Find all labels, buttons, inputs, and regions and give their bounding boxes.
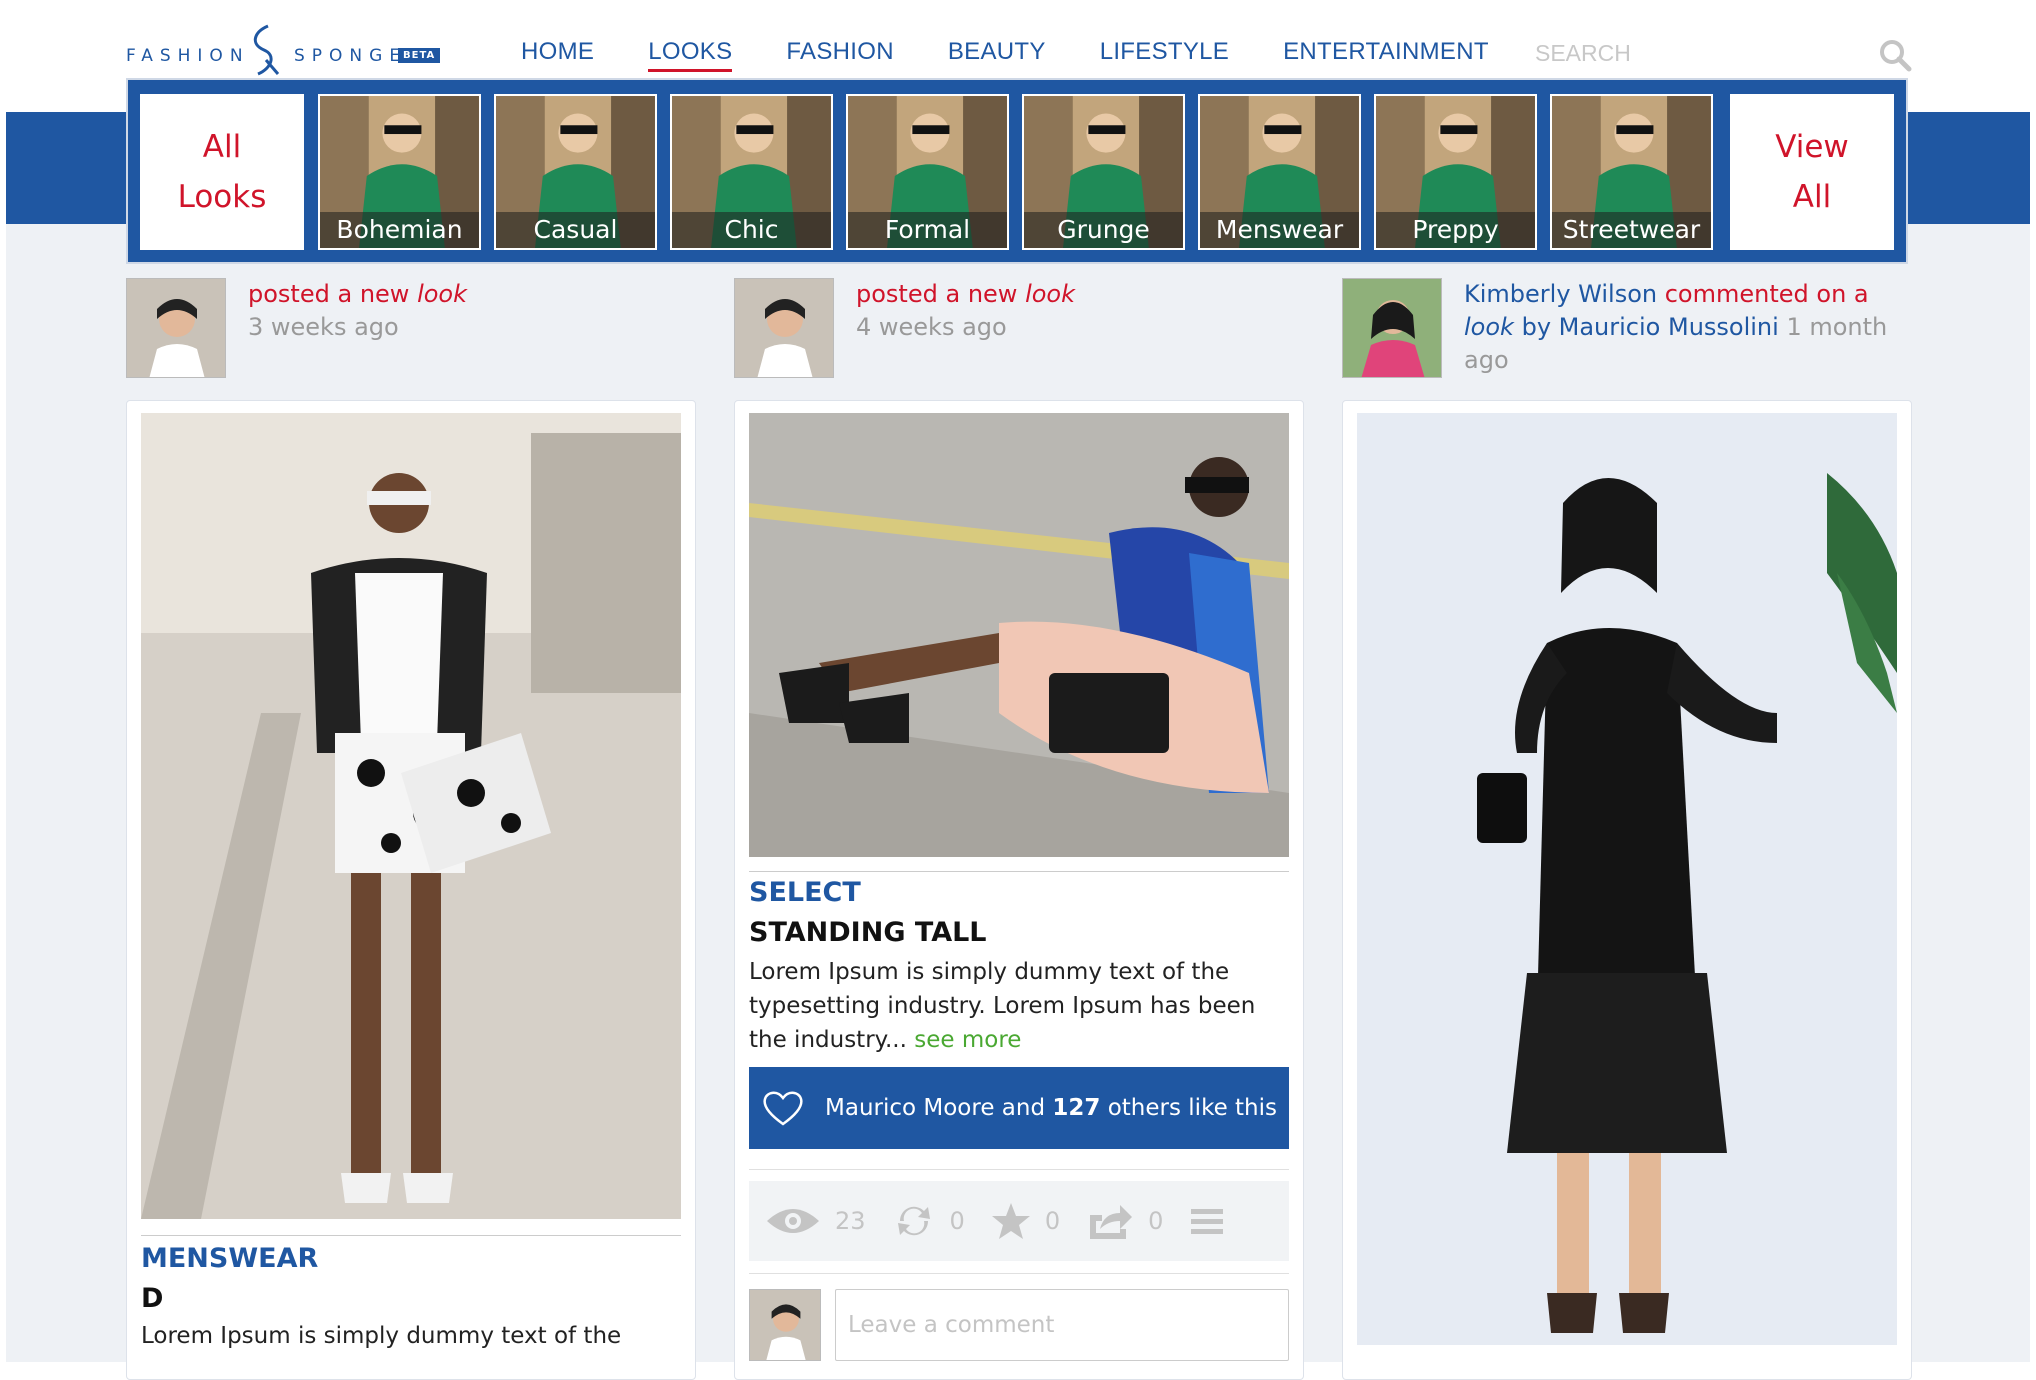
repost-icon bbox=[897, 1206, 930, 1236]
see-more-link[interactable]: see more bbox=[914, 1027, 1021, 1053]
heart-icon[interactable] bbox=[761, 1088, 805, 1128]
card-title[interactable]: D bbox=[141, 1283, 163, 1314]
shares-count: 0 bbox=[1148, 1207, 1164, 1235]
nav-fashion[interactable]: FASHION bbox=[786, 38, 893, 74]
avatar-image bbox=[1343, 279, 1441, 377]
beta-badge: BETA bbox=[398, 48, 441, 63]
look-category-label: Preppy bbox=[1376, 212, 1535, 248]
likes-and: and bbox=[1001, 1095, 1046, 1121]
look-category-label: Formal bbox=[848, 212, 1007, 248]
look-category-bohemian[interactable]: Bohemian bbox=[318, 94, 481, 250]
activity-object-link[interactable]: look bbox=[1464, 313, 1514, 341]
more-menu[interactable] bbox=[1191, 1205, 1237, 1237]
look-category-label: Casual bbox=[496, 212, 655, 248]
look-category-label: Menswear bbox=[1200, 212, 1359, 248]
activity-mid: on a bbox=[1816, 280, 1869, 308]
card-body: Lorem Ipsum is simply dummy text of the … bbox=[749, 955, 1279, 1057]
hamburger-menu-icon bbox=[1191, 1209, 1224, 1234]
look-category-formal[interactable]: Formal bbox=[846, 94, 1009, 250]
likes-count[interactable]: 127 bbox=[1052, 1095, 1100, 1121]
look-photo[interactable] bbox=[749, 413, 1289, 857]
activity-time: 4 weeks ago bbox=[856, 313, 1007, 341]
nav-beauty[interactable]: BEAUTY bbox=[948, 38, 1046, 74]
avatar-image bbox=[127, 279, 225, 377]
looks-dropdown: All Looks Bohemian Casual Chic Formal Gr… bbox=[126, 78, 1908, 264]
activity-object-link[interactable]: look bbox=[1025, 280, 1075, 308]
divider bbox=[141, 1235, 681, 1236]
look-category-menswear[interactable]: Menswear bbox=[1198, 94, 1361, 250]
search-icon[interactable] bbox=[1877, 37, 1913, 73]
look-photo[interactable] bbox=[141, 413, 681, 1219]
logo-word-fashion: FASHION bbox=[126, 46, 250, 66]
look-card: SELECT STANDING TALL Lorem Ipsum is simp… bbox=[734, 400, 1304, 1380]
site-logo[interactable]: FASHION SPONGE BETA bbox=[126, 24, 446, 80]
activity-time: 3 weeks ago bbox=[248, 313, 399, 341]
avatar bbox=[749, 1289, 821, 1361]
look-photo-image bbox=[1357, 413, 1897, 1345]
view-all-label: View All bbox=[1775, 129, 1849, 215]
look-category-label: Bohemian bbox=[320, 212, 479, 248]
avatar-image bbox=[750, 1290, 820, 1360]
likes-bar: Maurico Moore and 127 others like this bbox=[749, 1067, 1289, 1149]
card-category[interactable]: SELECT bbox=[749, 877, 861, 908]
look-photo-image bbox=[141, 413, 681, 1219]
shares-stat[interactable]: 0 bbox=[1086, 1201, 1163, 1241]
card-category[interactable]: MENSWEAR bbox=[141, 1243, 318, 1274]
nav-lifestyle[interactable]: LIFESTYLE bbox=[1100, 38, 1229, 74]
look-category-chic[interactable]: Chic bbox=[670, 94, 833, 250]
divider bbox=[749, 871, 1289, 872]
likes-name[interactable]: Maurico Moore bbox=[825, 1095, 994, 1121]
look-card: MENSWEAR D Lorem Ipsum is simply dummy t… bbox=[126, 400, 696, 1380]
activity-mid: a new bbox=[337, 280, 410, 308]
activity-by-link[interactable]: by Mauricio Mussolini bbox=[1522, 313, 1779, 341]
all-looks-label: All Looks bbox=[177, 129, 267, 215]
star-icon bbox=[991, 1203, 1030, 1239]
look-category-preppy[interactable]: Preppy bbox=[1374, 94, 1537, 250]
activity-verb[interactable]: posted bbox=[856, 280, 938, 308]
look-card bbox=[1342, 400, 1912, 1380]
look-category-label: Streetwear bbox=[1552, 212, 1711, 248]
divider bbox=[749, 1273, 1289, 1274]
look-category-grunge[interactable]: Grunge bbox=[1022, 94, 1185, 250]
card-title[interactable]: STANDING TALL bbox=[749, 917, 987, 948]
avatar[interactable] bbox=[734, 278, 834, 378]
share-icon bbox=[1090, 1205, 1133, 1239]
comment-input[interactable] bbox=[835, 1289, 1289, 1361]
activity-actor-link[interactable]: Kimberly Wilson bbox=[1464, 280, 1657, 308]
nav-entertainment[interactable]: ENTERTAINMENT bbox=[1283, 38, 1489, 74]
main-nav: HOME LOOKS FASHION BEAUTY LIFESTYLE ENTE… bbox=[521, 38, 1543, 74]
all-looks-button[interactable]: All Looks bbox=[140, 94, 304, 250]
card-body: Lorem Ipsum is simply dummy text of the bbox=[141, 1323, 622, 1349]
look-photo-image bbox=[749, 413, 1289, 857]
divider bbox=[749, 1169, 1289, 1170]
activity-verb: commented bbox=[1664, 280, 1809, 308]
favorites-stat[interactable]: 0 bbox=[991, 1201, 1060, 1241]
logo-swoosh-icon bbox=[253, 24, 280, 76]
avatar-image bbox=[735, 279, 833, 377]
avatar[interactable] bbox=[1342, 278, 1442, 378]
look-photo[interactable] bbox=[1357, 413, 1897, 1345]
eye-icon bbox=[767, 1209, 819, 1233]
look-category-label: Grunge bbox=[1024, 212, 1183, 248]
favorites-count: 0 bbox=[1044, 1207, 1061, 1235]
logo-word-sponge: SPONGE bbox=[294, 46, 408, 66]
comment-row bbox=[749, 1289, 1289, 1361]
view-all-button[interactable]: View All bbox=[1730, 94, 1894, 250]
reposts-stat[interactable]: 0 bbox=[892, 1201, 965, 1241]
look-category-label: Chic bbox=[672, 212, 831, 248]
activity-verb[interactable]: posted bbox=[248, 280, 330, 308]
nav-home[interactable]: HOME bbox=[521, 38, 594, 74]
activity-mid: a new bbox=[945, 280, 1018, 308]
likes-suffix: others like this bbox=[1107, 1095, 1277, 1121]
nav-looks[interactable]: LOOKS bbox=[648, 38, 733, 72]
look-category-streetwear[interactable]: Streetwear bbox=[1550, 94, 1713, 250]
search-input[interactable] bbox=[1533, 36, 1873, 70]
views-stat[interactable]: 23 bbox=[765, 1205, 866, 1237]
look-category-casual[interactable]: Casual bbox=[494, 94, 657, 250]
reposts-count: 0 bbox=[949, 1207, 965, 1235]
avatar[interactable] bbox=[126, 278, 226, 378]
stats-bar: 23 0 0 0 bbox=[749, 1181, 1289, 1261]
views-count: 23 bbox=[835, 1207, 866, 1235]
activity-object-link[interactable]: look bbox=[417, 280, 467, 308]
